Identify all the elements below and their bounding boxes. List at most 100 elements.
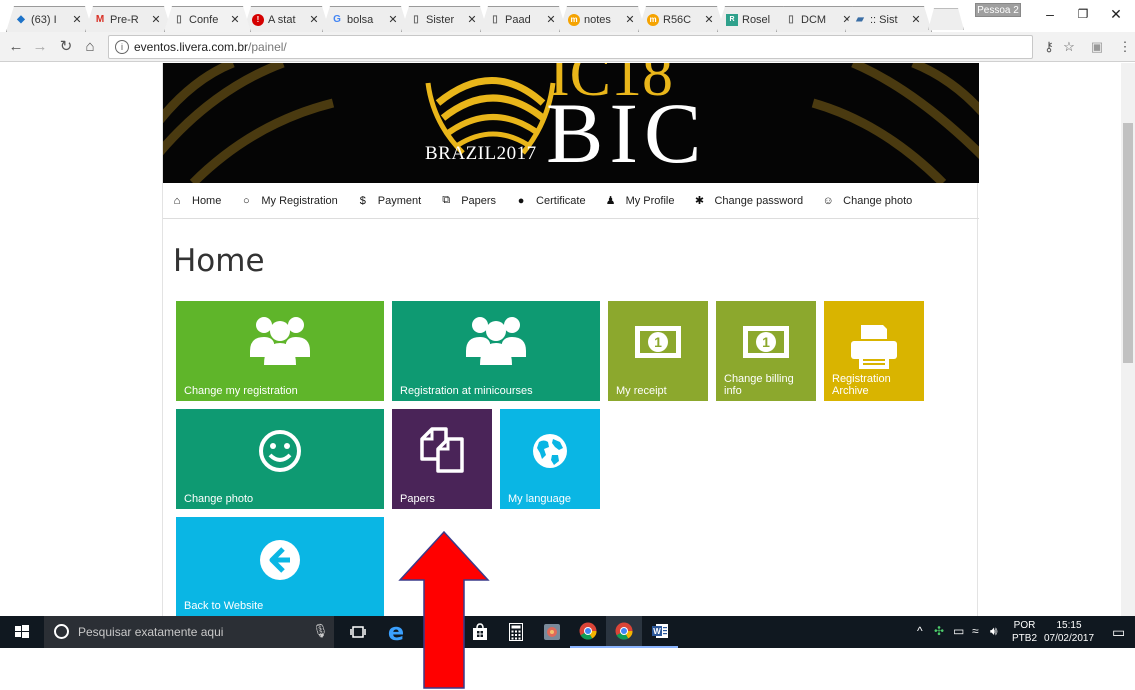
browser-toolbar: ← → ↻ ⌂ i eventos.livera.com.br/painel/ … [0,32,1135,62]
nav-item-certificate[interactable]: ● Certificate [515,195,586,207]
scrollbar[interactable] [1121,63,1135,616]
tile-my-receipt[interactable]: 1 My receipt [608,301,708,401]
folder-icon: ▰ [856,14,864,25]
task-view-icon[interactable] [340,616,376,648]
close-icon[interactable]: ✕ [909,13,923,26]
users-icon [466,317,526,365]
tile-back-to-website[interactable]: Back to Website [176,517,384,616]
browser-tab-active[interactable]: ▯ Confe ✕ [164,6,251,32]
nav-item-my-profile[interactable]: ♟ My Profile [605,194,675,208]
smile-icon [259,430,301,472]
banner-swirl [189,98,335,183]
reload-icon[interactable]: ↻ [56,37,76,57]
nav-item-my-registration[interactable]: ○ My Registration [240,195,338,207]
tray-chevron-icon[interactable]: ^ [917,624,923,638]
tile-papers[interactable]: Papers [392,409,492,509]
browser-tab[interactable]: ▯ Paad ✕ [480,6,567,32]
chrome-profile-icon[interactable] [606,616,642,648]
language-code: POR [1013,620,1036,631]
nav-label: Change photo [843,194,913,207]
tab-title: (63) I [31,13,57,26]
address-bar[interactable]: i eventos.livera.com.br/painel/ [108,35,1033,59]
close-icon[interactable]: ✕ [228,13,242,26]
extension-icon[interactable]: ▣ [1088,38,1106,56]
url-path: /painel/ [248,40,287,54]
key-icon[interactable]: ⚷ [1040,38,1058,56]
tab-title: Sister [426,13,455,26]
browser-tab[interactable]: ◆ (63) I ✕ [6,6,93,32]
photos-app-icon[interactable] [534,616,570,648]
browser-tab[interactable]: ! A stat ✕ [243,6,330,32]
restore-icon[interactable]: ❐ [1068,4,1098,24]
profile-button[interactable]: Pessoa 2 [975,3,1021,17]
bookmark-star-icon[interactable]: ☆ [1060,38,1078,56]
forward-icon[interactable]: → [30,37,50,57]
tab-title: A stat [268,13,296,26]
network-app-icon[interactable]: ✣ [934,624,944,638]
nav-label: Home [192,194,222,207]
tile-registration-at-minicourses[interactable]: Registration at minicourses [392,301,600,401]
tile-my-language[interactable]: My language [500,409,600,509]
battery-icon[interactable]: ▭ [953,624,964,638]
tile-registration-archive[interactable]: Registration Archive [824,301,924,401]
page-icon: ▯ [492,14,498,25]
svg-text:1: 1 [762,334,770,350]
close-icon[interactable]: ✕ [307,13,321,26]
browser-tab[interactable]: ▰ :: Sist ✕ [845,6,932,32]
chrome-icon[interactable] [570,616,606,648]
microphone-icon[interactable]: 🎙︎ [312,623,329,639]
tile-change-billing-info[interactable]: 1 Change billing info [716,301,816,401]
browser-tab-strip: ◆ (63) I ✕ M Pre-R ✕ ▯ Confe ✕ ! A stat … [0,0,1135,32]
start-button[interactable] [0,616,44,648]
calculator-icon[interactable] [498,616,534,648]
nav-item-change-photo[interactable]: ☺ Change photo [822,194,913,207]
minimize-icon[interactable]: – [1035,4,1065,24]
nav-item-payment[interactable]: $ Payment [357,195,421,207]
scrollbar-thumb[interactable] [1123,123,1133,363]
close-icon[interactable]: ✕ [623,13,637,26]
browser-tab[interactable]: m R56C ✕ [638,6,725,32]
certificate-icon: ● [517,194,525,207]
tile-change-photo[interactable]: Change photo [176,409,384,509]
red-circle-icon: ! [252,14,264,26]
close-icon[interactable]: ✕ [544,13,558,26]
nav-item-change-password[interactable]: ✱ Change password [693,194,803,208]
close-icon[interactable]: ✕ [149,13,163,26]
page-icon: ▯ [788,14,794,25]
browser-tab[interactable]: M Pre-R ✕ [85,6,172,32]
browser-tab[interactable]: G bolsa ✕ [322,6,409,32]
new-tab-button[interactable] [928,8,964,30]
close-icon[interactable]: ✕ [465,13,479,26]
browser-tab[interactable]: ▯ Sister ✕ [401,6,488,32]
home-icon[interactable]: ⌂ [80,37,100,57]
nav-item-papers[interactable]: ⧉ Papers [440,194,496,207]
arrow-left-circle-icon [260,540,300,580]
wifi-icon[interactable]: ≈ [972,624,979,638]
copy-icon: ⧉ [442,194,451,206]
notification-icon[interactable]: ▭ [1112,624,1125,641]
browser-tab[interactable]: m notes ✕ [559,6,646,32]
close-icon[interactable]: ✕ [702,13,716,26]
tab-title: notes [584,13,611,26]
windows-taskbar: Pesquisar exatamente aqui 🎙︎ e W ^ ✣ ▭ ≈… [0,616,1135,648]
info-icon[interactable]: i [115,40,129,54]
volume-icon[interactable]: 🔊︎ [990,624,998,639]
close-icon[interactable]: ✕ [386,13,400,26]
taskbar-search[interactable]: Pesquisar exatamente aqui 🎙︎ [44,616,334,648]
input-language[interactable]: POR PTB2 [1012,619,1037,645]
word-icon[interactable]: W [642,616,678,648]
tab-title: Paad [505,13,531,26]
windows-logo-icon [15,625,29,638]
window-close-icon[interactable]: ✕ [1101,4,1131,24]
conference-banner: IC18 BRAZIL2017 BIC [163,63,979,183]
tile-change-my-registration[interactable]: Change my registration [176,301,384,401]
back-icon[interactable]: ← [6,37,26,57]
nav-item-home[interactable]: ⌂ Home [171,194,222,207]
close-icon[interactable]: ✕ [70,13,84,26]
mooc-icon: m [568,14,580,26]
tile-label: Change billing info [724,373,794,397]
menu-icon[interactable]: ⋮ [1116,38,1134,56]
system-clock[interactable]: 15:15 07/02/2017 [1040,619,1098,645]
money-icon: 1 [743,326,789,358]
screenshot: ◆ (63) I ✕ M Pre-R ✕ ▯ Confe ✕ ! A stat … [0,0,1135,690]
